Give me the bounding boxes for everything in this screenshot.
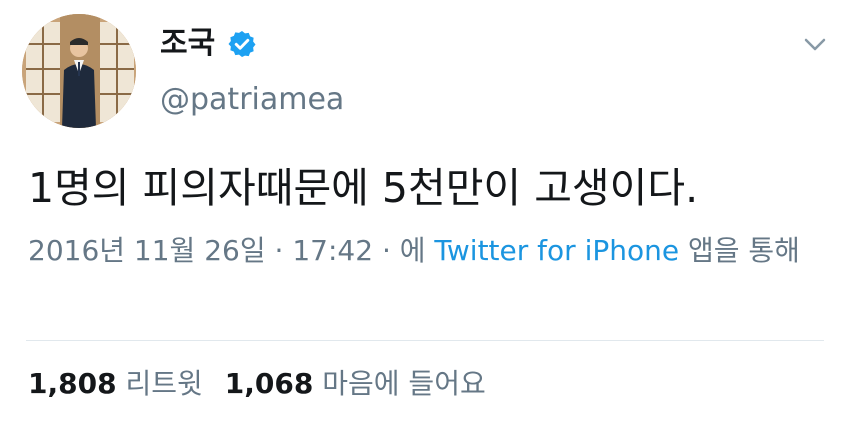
tweet-time: 17:42 <box>292 234 374 267</box>
retweets-label[interactable]: 리트윗 <box>125 367 202 400</box>
display-name-row[interactable]: 조국 <box>160 24 257 64</box>
tweet-text: 1명의 피의자때문에 5천만이 고생이다. <box>28 164 699 212</box>
tweet-stats: 1,808 리트윗 1,068 마음에 들어요 <box>28 364 486 404</box>
tweet-date: 2016년 11월 26일 <box>28 234 266 267</box>
avatar[interactable] <box>22 14 136 128</box>
divider <box>26 340 824 341</box>
retweets-count[interactable]: 1,808 <box>28 367 117 400</box>
meta-separator: · <box>274 234 284 267</box>
user-handle[interactable]: @patriamea <box>160 80 344 120</box>
meta-separator: · <box>381 234 391 267</box>
source-link[interactable]: Twitter for iPhone <box>434 234 679 267</box>
via-prefix: 에 <box>399 234 426 267</box>
via-suffix: 앱을 통해 <box>688 234 800 267</box>
tweet-meta: 2016년 11월 26일 · 17:42 · 에 Twitter for iP… <box>28 228 828 273</box>
verified-badge-icon <box>228 31 256 57</box>
likes-label[interactable]: 마음에 들어요 <box>322 367 485 400</box>
chevron-down-icon[interactable] <box>800 32 830 56</box>
profile-photo <box>22 14 136 128</box>
likes-count[interactable]: 1,068 <box>225 367 314 400</box>
display-name[interactable]: 조국 <box>160 24 215 64</box>
